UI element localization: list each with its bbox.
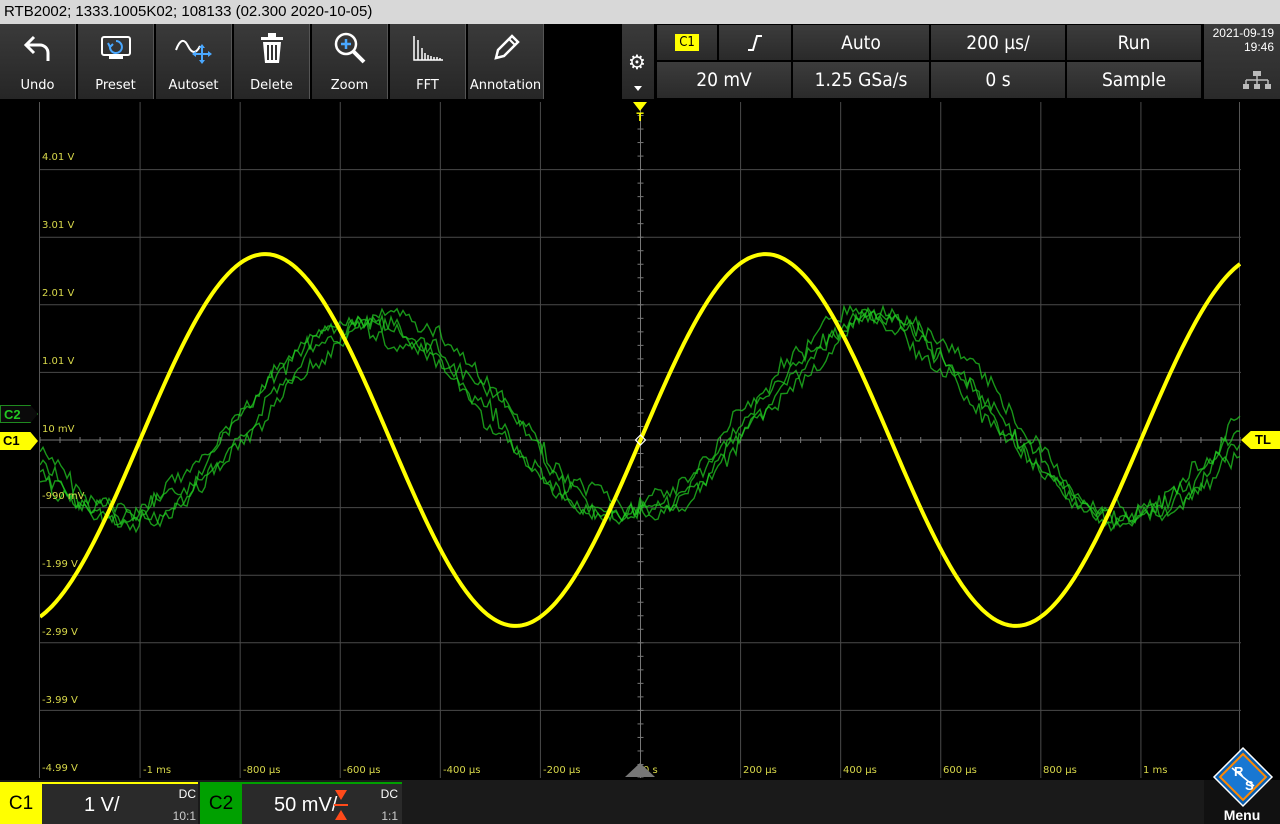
chevron-down-icon bbox=[634, 86, 642, 91]
gear-icon: ⚙ bbox=[628, 52, 646, 74]
x-label-m800: -800 µs bbox=[243, 765, 281, 776]
trigger-level[interactable]: 20 mV bbox=[656, 61, 792, 99]
toolbar: Undo Preset Autoset Delete Zoom FFT Anno… bbox=[0, 24, 1280, 100]
undo-button[interactable]: Undo bbox=[0, 24, 76, 99]
y-label-2v: 2.01 V bbox=[42, 288, 75, 299]
annotation-button[interactable]: Annotation bbox=[468, 24, 544, 99]
y-label-3v: 3.01 V bbox=[42, 220, 75, 231]
delete-button[interactable]: Delete bbox=[234, 24, 310, 99]
annotation-label: Annotation bbox=[469, 78, 542, 93]
horizontal-reference-icon bbox=[625, 763, 655, 777]
annotation-icon bbox=[468, 32, 543, 64]
time-scale[interactable]: 200 µs/ bbox=[930, 24, 1066, 61]
scale-adjust-icon[interactable] bbox=[333, 788, 349, 822]
x-label-m200: -200 µs bbox=[543, 765, 581, 776]
channel-1-probe: 10:1 bbox=[172, 809, 196, 823]
trigger-position-label: T bbox=[636, 110, 644, 124]
y-label-m5v: -4.99 V bbox=[42, 763, 78, 774]
y-label-m2v: -1.99 V bbox=[42, 559, 78, 570]
svg-text:S: S bbox=[1245, 778, 1254, 793]
waveform-canvas bbox=[40, 102, 1241, 778]
trigger-level-value: 20 mV bbox=[696, 69, 752, 91]
trigger-source-tag: C1 bbox=[675, 34, 699, 51]
zoom-label: Zoom bbox=[330, 78, 369, 93]
menu-label: Menu bbox=[1223, 807, 1261, 823]
undo-icon bbox=[0, 32, 75, 64]
autoset-button[interactable]: Autoset bbox=[156, 24, 232, 99]
run-stop-button[interactable]: Run bbox=[1066, 24, 1202, 61]
network-icon bbox=[1243, 71, 1271, 89]
trigger-slope[interactable] bbox=[718, 24, 792, 61]
run-state-value: Run bbox=[1117, 31, 1151, 54]
y-label-0v: 10 mV bbox=[42, 424, 75, 435]
horizontal-position-value: 0 s bbox=[985, 69, 1011, 91]
menu-button[interactable]: R S Menu bbox=[1204, 746, 1280, 824]
channel-2-probe: 1:1 bbox=[381, 809, 398, 823]
x-label-800: 800 µs bbox=[1043, 765, 1077, 776]
channel-bar: C1 1 V/ DC 10:1 C2 50 mV/ DC 1:1 bbox=[0, 780, 1280, 824]
channel-2-scale: 50 mV/ bbox=[274, 794, 338, 816]
x-label-m600: -600 µs bbox=[343, 765, 381, 776]
rising-edge-icon bbox=[748, 34, 762, 51]
x-label-400: 400 µs bbox=[843, 765, 877, 776]
channel-2-panel[interactable]: C2 50 mV/ DC 1:1 bbox=[200, 782, 402, 824]
channel-2-coupling: DC bbox=[380, 787, 398, 801]
zoom-icon bbox=[312, 32, 387, 64]
x-label-600: 600 µs bbox=[943, 765, 977, 776]
title-bar: RTB2002; 1333.1005K02; 108133 (02.300 20… bbox=[0, 0, 1280, 24]
preset-label: Preset bbox=[95, 78, 136, 93]
channel-2-tag: C2 bbox=[200, 784, 242, 824]
y-label-4v: 4.01 V bbox=[42, 152, 75, 163]
x-label-m400: -400 µs bbox=[443, 765, 481, 776]
time-scale-value: 200 µs/ bbox=[966, 31, 1030, 54]
y-label-m1v: -990 mV bbox=[42, 491, 85, 502]
waveform-display[interactable] bbox=[39, 102, 1241, 778]
trigger-mode[interactable]: Auto bbox=[792, 24, 930, 61]
clock: 2021-09-19 19:46 bbox=[1204, 24, 1280, 99]
clock-date: 2021-09-19 bbox=[1212, 26, 1274, 40]
y-label-1v: 1.01 V bbox=[42, 356, 75, 367]
zoom-button[interactable]: Zoom bbox=[312, 24, 388, 99]
y-label-m3v: -2.99 V bbox=[42, 627, 78, 638]
trigger-level-marker[interactable]: TL bbox=[1241, 431, 1280, 449]
x-label-1ms: 1 ms bbox=[1143, 765, 1168, 776]
fft-icon bbox=[390, 32, 465, 64]
autoset-label: Autoset bbox=[168, 78, 219, 93]
channel-1-coupling: DC bbox=[178, 787, 196, 801]
rs-logo-icon: R S bbox=[1212, 746, 1274, 808]
c1-marker-label: C1 bbox=[3, 433, 20, 448]
svg-text:R: R bbox=[1234, 764, 1244, 779]
undo-label: Undo bbox=[20, 78, 55, 93]
trigger-mode-value: Auto bbox=[841, 31, 881, 54]
channel-1-tag: C1 bbox=[0, 784, 42, 824]
clock-time: 19:46 bbox=[1243, 40, 1274, 54]
channel-1-scale: 1 V/ bbox=[84, 794, 120, 816]
x-label-200: 200 µs bbox=[743, 765, 777, 776]
autoset-icon bbox=[156, 32, 231, 64]
fft-button[interactable]: FFT bbox=[390, 24, 466, 99]
c2-offset-marker[interactable]: C2 bbox=[0, 405, 38, 423]
c2-marker-label: C2 bbox=[4, 407, 21, 422]
y-label-m4v: -3.99 V bbox=[42, 695, 78, 706]
c1-offset-marker[interactable]: C1 bbox=[0, 432, 38, 450]
channel-1-panel[interactable]: C1 1 V/ DC 10:1 bbox=[0, 782, 198, 824]
preset-icon bbox=[78, 32, 153, 64]
title-text: RTB2002; 1333.1005K02; 108133 (02.300 20… bbox=[4, 3, 373, 20]
acquisition-mode[interactable]: Sample bbox=[1066, 61, 1202, 99]
delete-icon bbox=[234, 32, 309, 64]
trigger-position-marker[interactable]: T bbox=[633, 102, 647, 128]
settings-button[interactable]: ⚙ bbox=[622, 24, 654, 99]
acq-mode-value: Sample bbox=[1101, 69, 1167, 91]
fft-label: FFT bbox=[416, 78, 439, 93]
horizontal-position[interactable]: 0 s bbox=[930, 61, 1066, 99]
sample-rate-value: 1.25 GSa/s bbox=[814, 69, 908, 91]
preset-button[interactable]: Preset bbox=[78, 24, 154, 99]
delete-label: Delete bbox=[250, 78, 293, 93]
x-label-m1ms: -1 ms bbox=[143, 765, 172, 776]
sample-rate: 1.25 GSa/s bbox=[792, 61, 930, 99]
trigger-source[interactable]: C1 bbox=[656, 24, 718, 61]
trigger-level-marker-label: TL bbox=[1255, 432, 1271, 447]
